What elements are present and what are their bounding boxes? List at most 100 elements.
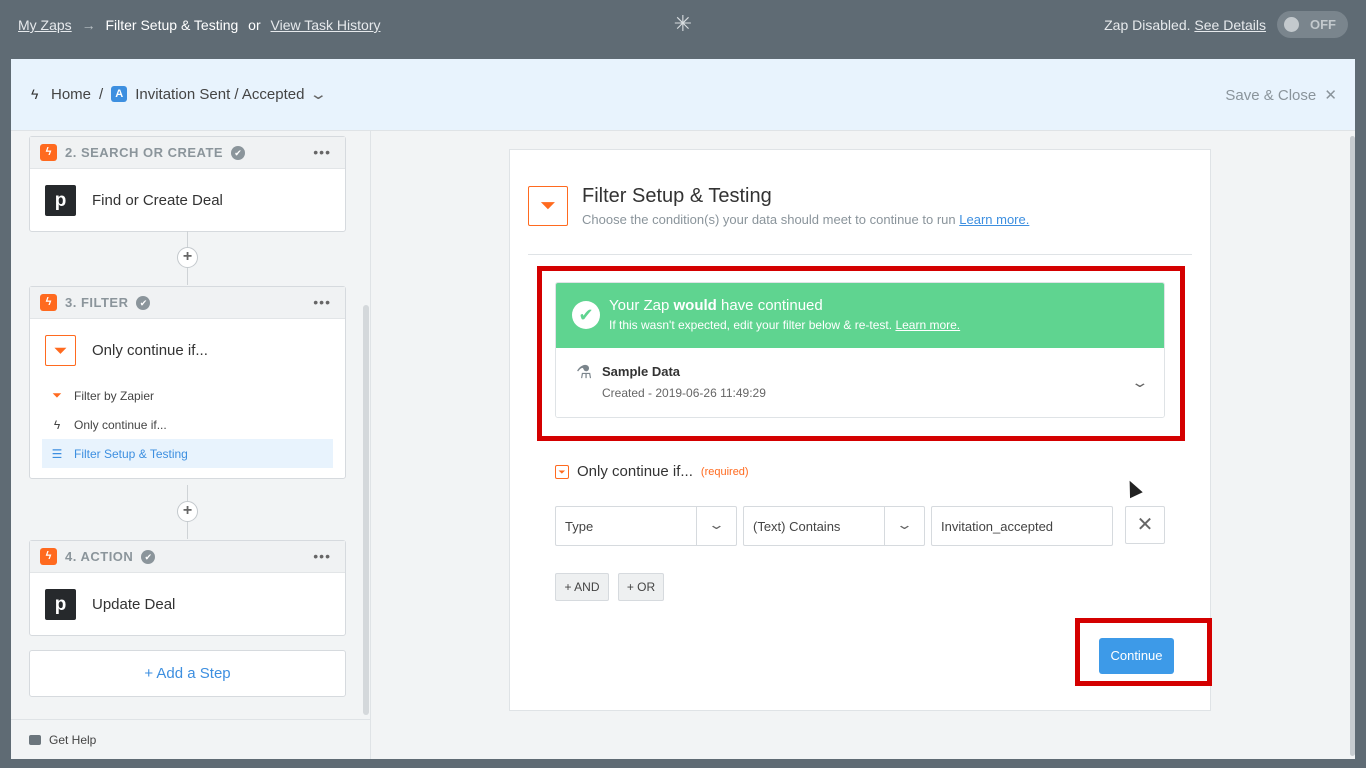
chevron-down-icon[interactable]: ⌄ xyxy=(1131,374,1150,391)
learn-more-link[interactable]: Learn more. xyxy=(895,318,960,332)
subitem-only-continue-if[interactable]: ϟ Only continue if... xyxy=(42,410,333,439)
learn-more-link[interactable]: Learn more. xyxy=(959,212,1029,227)
operator-select-value: (Text) Contains xyxy=(753,519,841,534)
zap-status-text: Zap Disabled. xyxy=(1104,17,1191,33)
checkmark-icon: ✔ xyxy=(136,295,151,310)
zapier-logo-icon: ✳ xyxy=(673,11,693,36)
top-breadcrumb: My Zaps → Filter Setup & Testing or View… xyxy=(18,17,380,33)
panel-title: Filter Setup & Testing xyxy=(582,185,772,207)
steps-sidebar: ϟ 2. SEARCH OR CREATE ✔ ••• p Find or Cr… xyxy=(11,131,371,759)
result-subtext: If this wasn't expected, edit your filte… xyxy=(609,318,960,332)
editor-header: ϟ Home / A Invitation Sent / Accepted ⌄ … xyxy=(11,59,1355,131)
subitem-label: Filter Setup & Testing xyxy=(74,446,188,461)
step-card-search-or-create[interactable]: ϟ 2. SEARCH OR CREATE ✔ ••• p Find or Cr… xyxy=(29,136,346,232)
result-bold: would xyxy=(673,297,717,314)
operator-select[interactable]: (Text) Contains ⌄ xyxy=(743,506,925,546)
add-step-plus-button[interactable]: + xyxy=(177,247,198,268)
pipedrive-icon: p xyxy=(45,184,76,216)
filter-icon: ⏷ xyxy=(52,388,62,402)
bolt-icon: ϟ xyxy=(40,144,57,161)
value-input[interactable]: Invitation_accepted xyxy=(931,506,1113,546)
required-label: (required) xyxy=(700,465,749,478)
filter-setup-panel: ⏷ Filter Setup & Testing Choose the cond… xyxy=(509,149,1212,711)
panel-description: Choose the condition(s) your data should… xyxy=(582,212,1029,227)
add-a-step-button[interactable]: + Add a Step xyxy=(29,650,346,697)
zap-breadcrumb: ϟ Home / A Invitation Sent / Accepted ⌄ xyxy=(31,85,328,104)
step-number-label: 2. SEARCH OR CREATE xyxy=(65,145,224,160)
step-title: Find or Create Deal xyxy=(92,191,223,209)
chevron-down-icon[interactable]: ⌄ xyxy=(309,85,328,103)
close-icon: ✕ xyxy=(1324,87,1337,104)
bolt-icon: ϟ xyxy=(40,548,57,565)
add-or-button[interactable]: + OR xyxy=(618,573,664,601)
breadcrumb-slash: / xyxy=(99,85,104,103)
save-close-button[interactable]: Save & Close ✕ xyxy=(1225,86,1337,104)
or-label: or xyxy=(248,17,261,33)
success-banner: ✔ Your Zap would have continued If this … xyxy=(556,283,1164,348)
pipedrive-icon: p xyxy=(45,588,76,620)
app-badge-icon: A xyxy=(111,86,128,102)
step-header: ϟ 3. FILTER ✔ ••• xyxy=(30,287,345,319)
result-headline: Your Zap would have continued xyxy=(609,297,823,314)
step-subitems: ⏷ Filter by Zapier ϟ Only continue if...… xyxy=(30,381,345,478)
chat-icon xyxy=(29,734,41,745)
bolt-icon: ϟ xyxy=(40,294,57,311)
top-bar: My Zaps → Filter Setup & Testing or View… xyxy=(0,0,1366,49)
result-text: have continued xyxy=(716,297,823,314)
add-and-button[interactable]: + AND xyxy=(555,573,609,601)
step-body: p Update Deal xyxy=(30,573,345,635)
more-options-icon[interactable]: ••• xyxy=(313,144,331,160)
sample-data-title: Sample Data xyxy=(602,364,681,379)
flask-icon: ⚗ xyxy=(576,362,593,382)
sample-data-created: Created - 2019-06-26 11:49:29 xyxy=(602,386,766,400)
step-title: Update Deal xyxy=(92,595,176,613)
subitem-label: Only continue if... xyxy=(74,417,167,432)
value-input-text: Invitation_accepted xyxy=(941,519,1054,534)
panel-description-text: Choose the condition(s) your data should… xyxy=(582,212,956,227)
main-scrollbar[interactable] xyxy=(1350,136,1355,756)
subitem-label: Filter by Zapier xyxy=(74,388,155,403)
sample-data-row[interactable]: ⚗ Sample Data Created - 2019-06-26 11:49… xyxy=(556,348,1164,417)
condition-label: ⏷ Only continue if... (required) xyxy=(555,463,749,480)
my-zaps-link[interactable]: My Zaps xyxy=(18,17,72,33)
step-body: ⏷ Only continue if... xyxy=(30,319,345,381)
step-header: ϟ 4. ACTION ✔ ••• xyxy=(30,541,345,573)
field-select[interactable]: Type ⌄ xyxy=(555,506,737,546)
more-options-icon[interactable]: ••• xyxy=(313,548,331,564)
toggle-label: OFF xyxy=(1310,17,1336,32)
get-help-label: Get Help xyxy=(49,732,97,747)
remove-condition-button[interactable]: ✕ xyxy=(1125,506,1165,544)
step-card-filter[interactable]: ϟ 3. FILTER ✔ ••• ⏷ Only continue if... … xyxy=(29,286,346,479)
more-options-icon[interactable]: ••• xyxy=(313,294,331,310)
step-title: Only continue if... xyxy=(92,341,208,359)
checkmark-icon: ✔ xyxy=(572,301,600,329)
subitem-filter-by-zapier[interactable]: ⏷ Filter by Zapier xyxy=(42,381,333,410)
result-subtext-text: If this wasn't expected, edit your filte… xyxy=(609,318,893,332)
home-link[interactable]: Home xyxy=(51,86,91,103)
divider xyxy=(528,254,1192,255)
checkmark-icon: ✔ xyxy=(231,145,246,160)
step-number-label: 3. FILTER xyxy=(65,295,129,310)
condition-label-text: Only continue if... xyxy=(577,463,693,480)
zap-name-dropdown[interactable]: Invitation Sent / Accepted xyxy=(135,86,304,103)
bolt-icon: ϟ xyxy=(53,417,61,432)
task-history-link[interactable]: View Task History xyxy=(271,17,381,33)
subitem-filter-setup-testing[interactable]: ☰ Filter Setup & Testing xyxy=(42,439,333,468)
step-header: ϟ 2. SEARCH OR CREATE ✔ ••• xyxy=(30,137,345,169)
see-details-link[interactable]: See Details xyxy=(1194,17,1266,33)
step-card-action[interactable]: ϟ 4. ACTION ✔ ••• p Update Deal xyxy=(29,540,346,636)
bolt-icon: ϟ xyxy=(31,86,39,102)
zap-status: Zap Disabled. See Details xyxy=(1104,17,1266,33)
result-text: Your Zap xyxy=(609,297,674,314)
toggle-knob xyxy=(1284,17,1299,32)
get-help-link[interactable]: Get Help xyxy=(11,719,371,759)
zap-on-off-toggle[interactable]: OFF xyxy=(1277,11,1348,38)
sidebar-scrollbar[interactable] xyxy=(363,305,369,715)
chevron-down-icon[interactable]: ⌄ xyxy=(884,507,924,545)
step-body: p Find or Create Deal xyxy=(30,169,345,231)
add-step-plus-button[interactable]: + xyxy=(177,501,198,522)
continue-button[interactable]: Continue xyxy=(1099,638,1174,674)
chevron-down-icon[interactable]: ⌄ xyxy=(696,507,736,545)
save-close-label: Save & Close xyxy=(1225,87,1317,104)
field-select-value: Type xyxy=(565,519,594,534)
